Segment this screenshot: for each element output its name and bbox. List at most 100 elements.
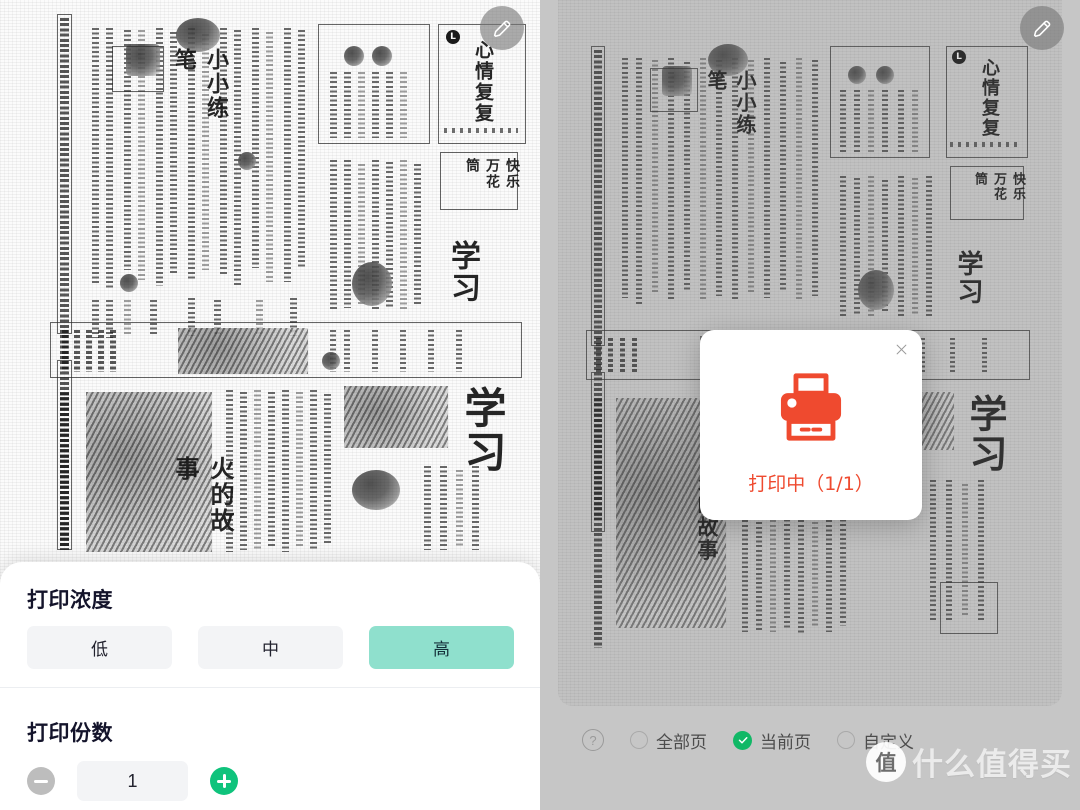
text-column [440, 466, 447, 550]
text-column [400, 330, 406, 372]
copies-value[interactable]: 1 [77, 761, 188, 801]
increment-copies-button[interactable] [210, 767, 238, 795]
text-column [622, 58, 628, 298]
text-column [950, 338, 955, 374]
text-column [930, 480, 936, 620]
text-column [344, 160, 351, 308]
check-icon [738, 737, 747, 744]
section-title: 心情复复 [472, 40, 494, 124]
right-preview-panel: 小小练笔 L 心情复复 快乐万花筒 学习 学习 打印中（1/1） ? 全部页 当… [540, 0, 1080, 810]
page-range-label-all: 全部页 [656, 732, 707, 753]
text-column [330, 72, 337, 138]
panda-glyph [322, 352, 340, 370]
panda-glyph [238, 152, 256, 170]
edit-button[interactable] [480, 6, 524, 50]
strip-rule-a [591, 46, 605, 346]
text-column [330, 160, 337, 310]
text-column [266, 32, 273, 282]
scanned-page-left: 小小练笔 L 心情复复 快乐万花筒 学习 火的故事 学习 [0, 0, 540, 600]
publisher-logo: L [446, 30, 460, 44]
feature-title: 学习 [953, 250, 983, 306]
notice-title: 快乐万花筒 [464, 158, 520, 190]
text-column [882, 90, 888, 152]
text-column [912, 178, 918, 314]
page-margin-strip [594, 398, 602, 648]
text-column [868, 90, 874, 152]
radio-checked-icon [733, 730, 752, 750]
printer-icon [780, 373, 842, 441]
publisher-logo-mark: L [446, 30, 460, 44]
dialog-close-button[interactable] [890, 338, 912, 360]
decrement-copies-button[interactable] [27, 767, 55, 795]
density-option-medium[interactable]: 中 [198, 626, 343, 669]
masthead-illustration [176, 18, 220, 52]
text-column [254, 390, 261, 550]
edit-button[interactable] [1020, 6, 1064, 50]
text-column [620, 338, 625, 374]
plus-icon-v [222, 774, 226, 788]
document-preview-left[interactable]: 小小练笔 L 心情复复 快乐万花筒 学习 火的故事 学习 [0, 0, 540, 600]
text-column [296, 392, 303, 546]
text-column [428, 330, 434, 372]
masthead-title: 小小练笔 [704, 70, 757, 136]
text-column [400, 72, 407, 138]
text-column [840, 176, 846, 316]
text-column [386, 72, 393, 138]
watermark-badge: 值 [866, 741, 906, 782]
page-range-option-all[interactable]: 全部页 [630, 728, 707, 753]
text-column [840, 90, 846, 152]
section-title: 心情复复 [979, 58, 1000, 138]
text-column [92, 28, 99, 283]
masthead-frame [650, 68, 698, 112]
printing-dialog: 打印中（1/1） [700, 330, 922, 520]
text-column [912, 90, 918, 152]
text-column [372, 72, 379, 138]
density-option-low[interactable]: 低 [27, 626, 172, 669]
printing-status-text: 打印中（1/1） [748, 473, 874, 495]
character-illustration [858, 270, 894, 310]
text-column [812, 60, 818, 296]
boxed-footer [940, 582, 998, 634]
help-icon[interactable]: ? [582, 729, 604, 751]
text-column [898, 90, 904, 152]
text-column [456, 470, 463, 548]
minus-icon [34, 779, 48, 783]
text-column [456, 330, 462, 372]
strip-rule-a [57, 14, 72, 334]
text-column [284, 28, 291, 282]
text-column [372, 330, 378, 372]
density-option-high[interactable]: 高 [369, 626, 514, 669]
lower-illustration [344, 386, 448, 448]
text-column [982, 338, 987, 374]
page-range-option-current[interactable]: 当前页 [733, 728, 811, 753]
publisher-logo: L [952, 50, 966, 64]
banner-photo [178, 328, 308, 374]
text-column [400, 160, 407, 310]
publisher-logo-mark: L [952, 50, 966, 64]
text-column [226, 390, 233, 552]
text-column [898, 176, 904, 316]
printer-icon-wrap [700, 370, 922, 444]
character-illustration [352, 262, 392, 306]
page-range-label-current: 当前页 [760, 732, 811, 753]
lower-figure [352, 470, 400, 510]
text-column [608, 338, 613, 374]
text-column [298, 30, 305, 268]
text-column [596, 338, 601, 374]
text-column [310, 390, 317, 550]
rule-band [444, 128, 518, 133]
text-column [854, 90, 860, 152]
text-column [764, 58, 770, 298]
text-column [86, 330, 92, 372]
text-column [358, 72, 365, 138]
text-column [252, 28, 259, 268]
watermark-text: 什么值得买 [912, 747, 1072, 783]
pencil-icon [1033, 20, 1051, 38]
copies-section-title: 打印份数 [27, 722, 113, 745]
text-column [74, 330, 80, 372]
pencil-icon [493, 20, 511, 38]
masthead-frame [112, 46, 164, 92]
rule-band [950, 142, 1020, 147]
panda-glyph [120, 274, 138, 292]
text-column [324, 394, 331, 546]
